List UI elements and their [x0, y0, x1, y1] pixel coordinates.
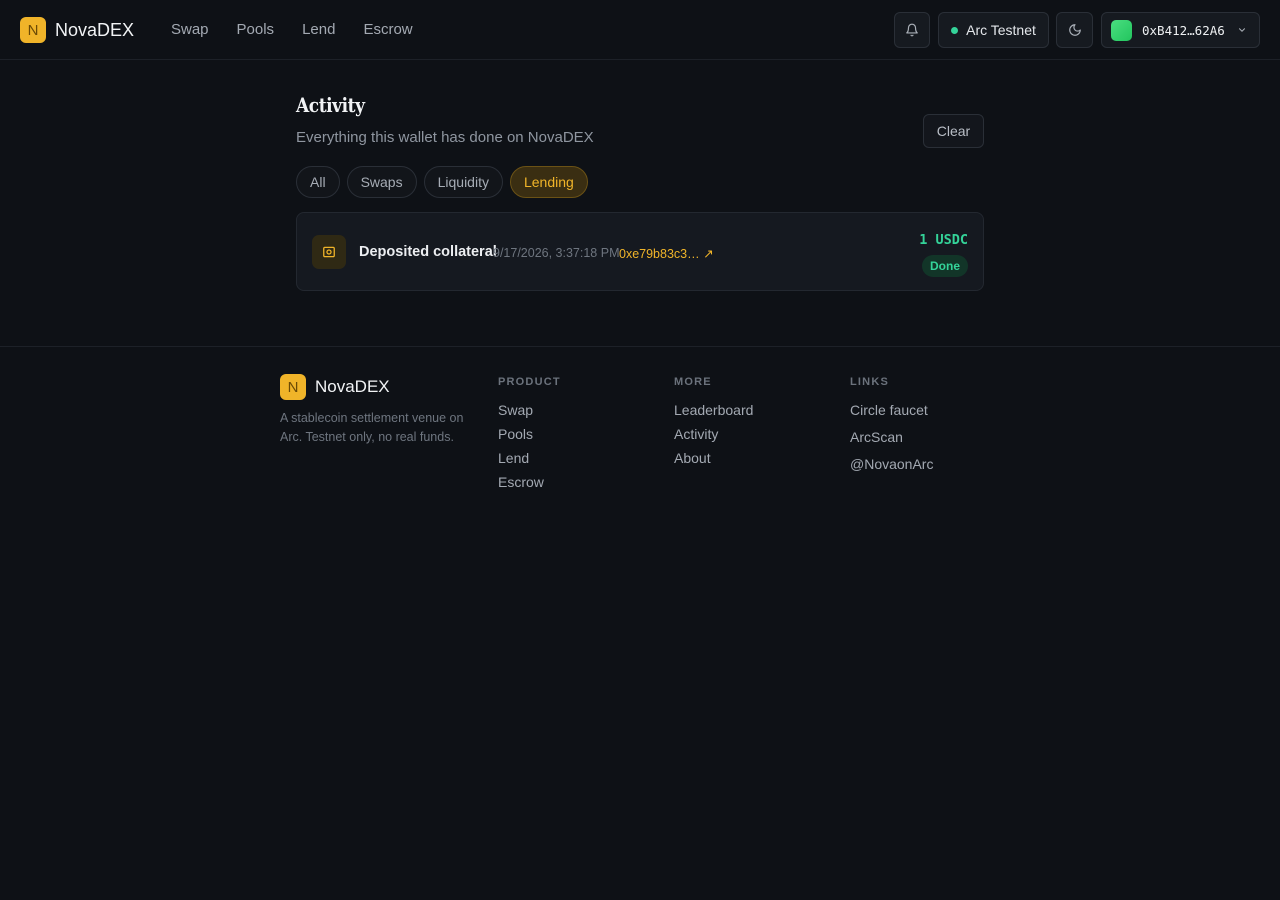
filter-all[interactable]: All — [296, 166, 340, 198]
footer-brand[interactable]: N NovaDEX — [280, 374, 390, 400]
nav-escrow[interactable]: Escrow — [363, 21, 412, 38]
activity-amount: 1 USDC — [919, 232, 968, 248]
footer-product-heading: PRODUCT — [498, 376, 561, 388]
footer-more-heading: MORE — [674, 376, 712, 388]
filter-lending[interactable]: Lending — [509, 166, 588, 198]
nav-lend[interactable]: Lend — [302, 21, 335, 38]
network-name: Arc Testnet — [966, 22, 1036, 38]
footer: N NovaDEX A stablecoin settlement venue … — [0, 346, 1280, 900]
brand[interactable]: N NovaDEX — [20, 17, 134, 43]
theme-toggle-button[interactable] — [1056, 12, 1093, 48]
wallet-button[interactable]: 0xB412…62A6 — [1101, 12, 1260, 48]
footer-link-leaderboard[interactable]: Leaderboard — [674, 402, 753, 418]
activity-item: Deposited collateral 9/17/2026, 3:37:18 … — [296, 212, 984, 291]
footer-link-circle-faucet[interactable]: Circle faucet — [850, 402, 933, 418]
wallet-address: 0xB412…62A6 — [1142, 22, 1225, 38]
footer-links-heading: LINKS — [850, 376, 889, 388]
footer-link-escrow[interactable]: Escrow — [498, 474, 561, 490]
wallet-avatar — [1111, 19, 1132, 41]
vault-icon — [312, 235, 346, 269]
status-badge: Done — [922, 255, 968, 277]
network-status-dot — [951, 26, 959, 34]
footer-link-swap[interactable]: Swap — [498, 402, 561, 418]
footer-more-column: MORE Leaderboard Activity About — [674, 376, 753, 474]
footer-link-arcscan[interactable]: ArcScan — [850, 429, 933, 445]
nav-swap[interactable]: Swap — [171, 21, 209, 38]
brand-logo: N — [20, 17, 46, 43]
footer-link-lend[interactable]: Lend — [498, 450, 561, 466]
filter-swaps[interactable]: Swaps — [346, 166, 417, 198]
activity-label: Deposited collateral — [359, 244, 497, 260]
moon-icon — [1068, 24, 1081, 36]
activity-filter-tabs: All Swaps Liquidity Lending — [296, 166, 595, 198]
footer-brand-name: NovaDEX — [315, 377, 390, 396]
tx-hash-link[interactable]: 0xe79b83c3… ↗ — [619, 246, 714, 261]
bell-icon — [906, 23, 918, 37]
footer-link-twitter[interactable]: @NovaonArc — [850, 456, 933, 472]
clear-button[interactable]: Clear — [923, 114, 984, 148]
notifications-button[interactable] — [894, 12, 930, 48]
footer-brand-logo: N — [280, 374, 306, 400]
network-selector[interactable]: Arc Testnet — [938, 12, 1049, 48]
page-subtitle: Everything this wallet has done on NovaD… — [296, 129, 594, 146]
nav-pools[interactable]: Pools — [237, 21, 275, 38]
footer-description: A stablecoin settlement venue on Arc. Te… — [280, 411, 464, 444]
chevron-down-icon — [1238, 28, 1245, 32]
footer-product-column: PRODUCT Swap Pools Lend Escrow — [498, 376, 561, 498]
top-navbar: N NovaDEX Swap Pools Lend Escrow Arc Tes… — [0, 0, 1280, 60]
filter-liquidity[interactable]: Liquidity — [423, 166, 503, 198]
main-nav: Swap Pools Lend Escrow — [171, 21, 441, 38]
footer-link-activity[interactable]: Activity — [674, 426, 753, 442]
page-title: Activity — [296, 93, 365, 117]
brand-name: NovaDEX — [55, 19, 135, 40]
footer-link-about[interactable]: About — [674, 450, 753, 466]
activity-timestamp: 9/17/2026, 3:37:18 PM — [493, 246, 620, 260]
footer-links-column: LINKS Circle faucet ArcScan @NovaonArc — [850, 376, 933, 483]
footer-link-pools[interactable]: Pools — [498, 426, 561, 442]
